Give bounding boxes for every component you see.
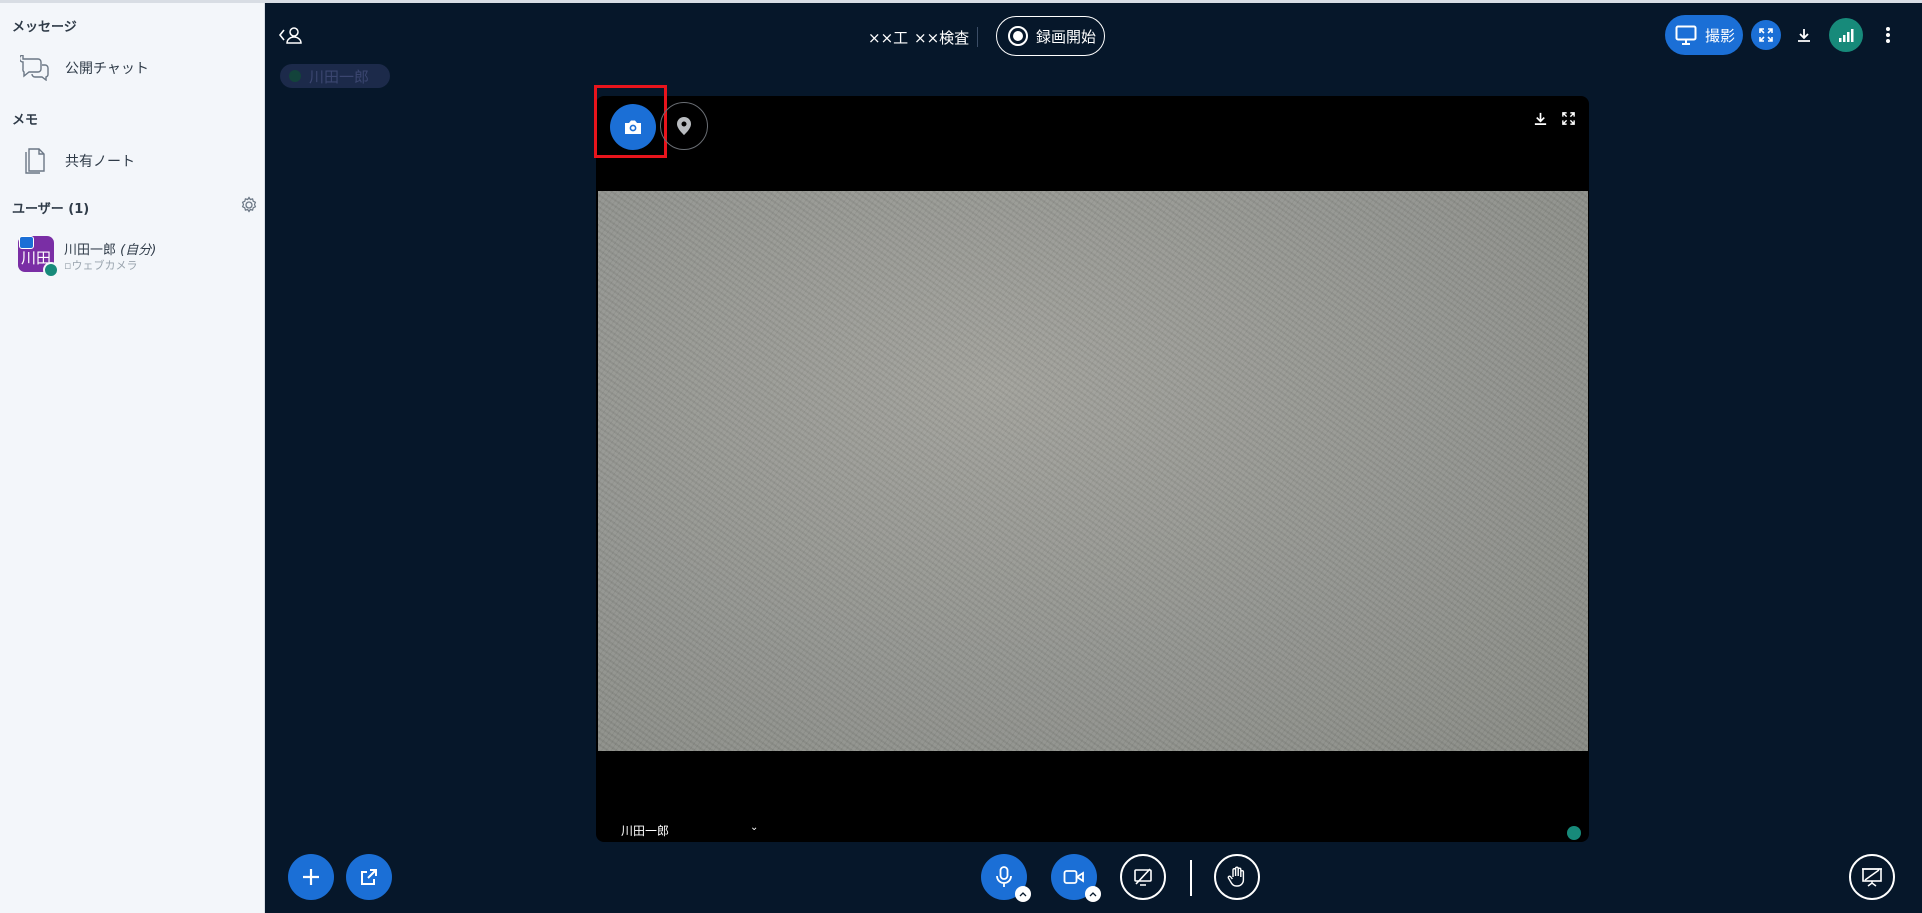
connection-status-button[interactable] xyxy=(1829,18,1863,52)
presenter-icon xyxy=(19,236,34,249)
download-icon xyxy=(1798,29,1810,42)
raise-hand-icon xyxy=(1227,866,1245,887)
fullscreen-icon xyxy=(1561,111,1575,125)
public-chat-item[interactable]: 公開チャット xyxy=(14,47,254,89)
top-border xyxy=(0,0,1922,3)
document-icon xyxy=(18,144,52,178)
signal-icon xyxy=(1839,29,1854,42)
video-fullscreen-button[interactable] xyxy=(1558,108,1578,128)
chat-bubbles-icon xyxy=(18,51,52,85)
microphone-icon xyxy=(1567,826,1581,840)
presenter-chip: 川田一郎 xyxy=(280,64,390,88)
shared-notes-item[interactable]: 共有ノート xyxy=(14,140,254,182)
video-user-name: 川田一郎 xyxy=(621,824,670,838)
presentation-icon xyxy=(1862,868,1882,887)
screen-share-off-button[interactable] xyxy=(1120,854,1166,900)
shoot-label: 撮影 xyxy=(1705,26,1736,45)
presenter-chip-label: 川田一郎 xyxy=(309,67,370,86)
user-name: 川田一郎 (自分) xyxy=(64,239,156,258)
download-button[interactable] xyxy=(1790,20,1818,50)
divider xyxy=(977,27,978,47)
microphone-icon xyxy=(996,866,1012,887)
video-camera-icon xyxy=(1063,870,1084,884)
video-options-button[interactable] xyxy=(1085,886,1101,902)
record-label: 録画開始 xyxy=(1036,27,1097,46)
microphone-icon xyxy=(43,262,59,278)
video-download-button[interactable] xyxy=(1530,108,1550,128)
users-section-title: ユーザー (1) xyxy=(12,202,90,217)
external-link-button[interactable] xyxy=(346,854,392,900)
status-dot xyxy=(289,70,301,82)
screen-share-button[interactable]: 撮影 xyxy=(1665,15,1743,55)
public-chat-label: 公開チャット xyxy=(65,61,149,77)
fullscreen-button[interactable] xyxy=(1751,20,1781,50)
more-vertical-icon xyxy=(1886,27,1890,43)
user-subtitle-text: ウェブカメラ xyxy=(71,259,138,272)
nav-item-2[interactable]: ××検査 xyxy=(914,27,969,48)
sidebar: メッセージ 公開チャット メモ 共有ノート ユーザー (1) 川田 川田一郎 (… xyxy=(0,0,265,913)
location-pin-icon xyxy=(677,117,691,135)
user-name-text: 川田一郎 xyxy=(64,243,117,258)
toolbar-divider xyxy=(1190,860,1192,896)
shared-notes-label: 共有ノート xyxy=(65,154,135,170)
monitor-icon xyxy=(1675,25,1697,45)
actions-button[interactable] xyxy=(288,854,334,900)
audio-options-button[interactable] xyxy=(1015,886,1031,902)
location-button[interactable] xyxy=(660,102,708,150)
external-link-icon xyxy=(361,869,377,885)
gear-icon[interactable] xyxy=(240,196,260,216)
record-button[interactable]: 録画開始 xyxy=(996,16,1105,56)
presentation-button[interactable] xyxy=(1849,854,1895,900)
raise-hand-button[interactable] xyxy=(1214,854,1260,900)
self-tag: (自分) xyxy=(120,243,157,258)
memo-section-title: メモ xyxy=(12,113,39,128)
user-list-item[interactable]: 川田 川田一郎 (自分) ▫ウェブカメラ xyxy=(14,232,254,280)
download-icon xyxy=(1534,112,1546,125)
more-options-button[interactable] xyxy=(1876,20,1900,50)
chevron-up-icon xyxy=(1019,892,1027,897)
record-icon xyxy=(1008,26,1028,46)
chevron-down-icon[interactable]: ⌄ xyxy=(750,822,758,833)
fullscreen-icon xyxy=(1759,28,1773,42)
highlight-box xyxy=(594,85,667,158)
user-subtitle: ▫ウェブカメラ xyxy=(64,257,137,273)
screen-share-off-icon xyxy=(1134,868,1152,886)
camera-feed xyxy=(598,191,1588,751)
plus-icon xyxy=(303,869,319,885)
hide-users-panel-button[interactable] xyxy=(277,24,305,48)
nav-item-1[interactable]: ××工 xyxy=(868,27,908,48)
chevron-up-icon xyxy=(1089,892,1097,897)
messages-section-title: メッセージ xyxy=(12,20,77,35)
video-panel xyxy=(596,96,1589,842)
